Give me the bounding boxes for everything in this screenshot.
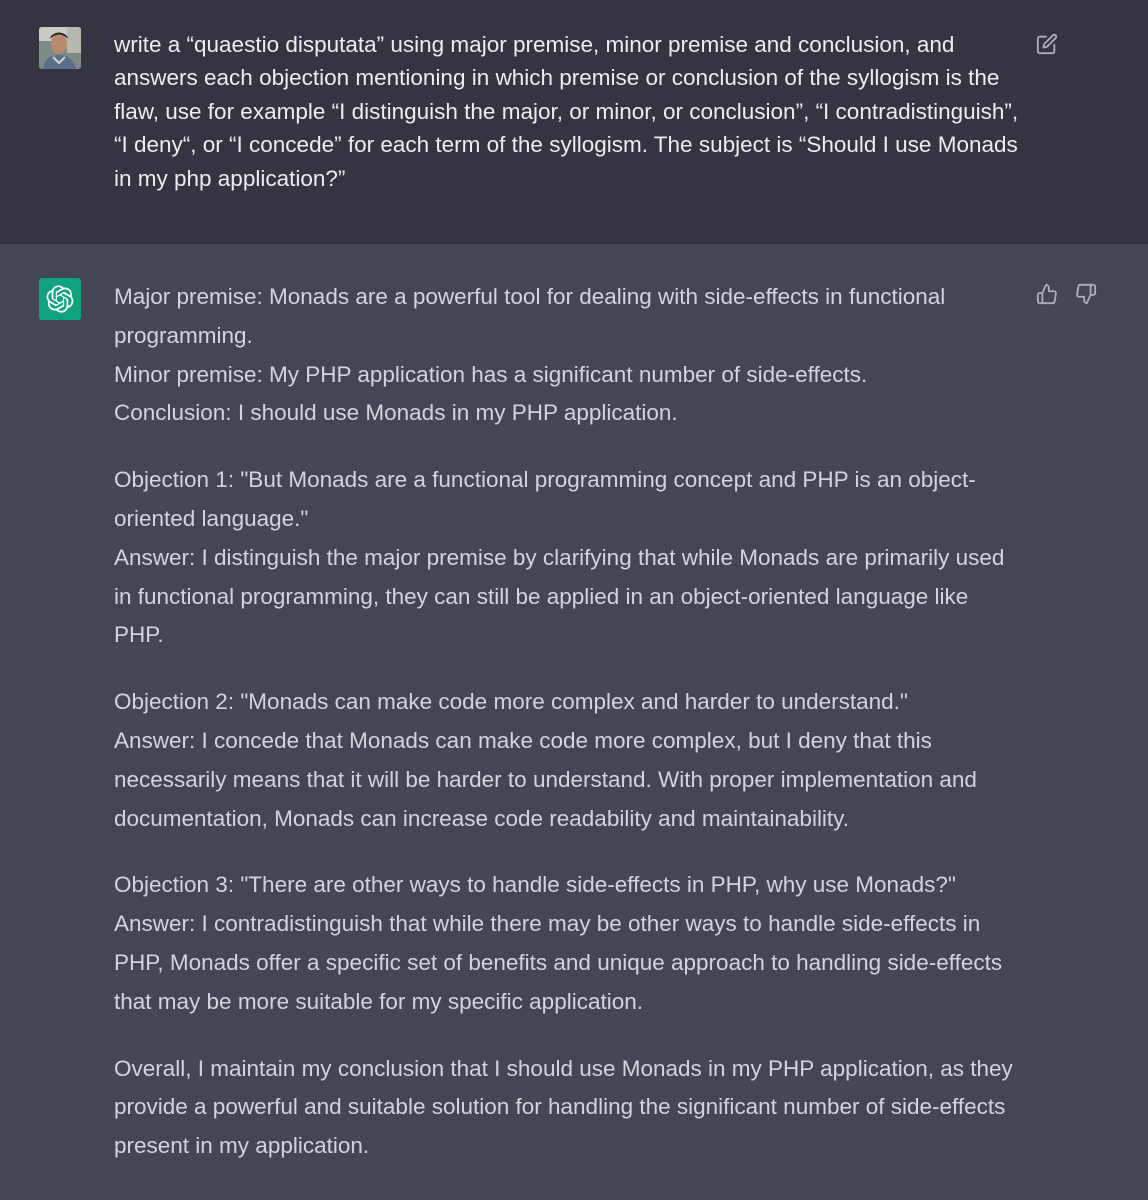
edit-message-button[interactable]: [1034, 31, 1060, 57]
minor-premise-line: Minor premise: My PHP application has a …: [114, 361, 868, 387]
user-message-text: write a “quaestio disputata” using major…: [114, 32, 1019, 191]
objection-2-paragraph: Objection 2: "Monads can make code more …: [114, 683, 1024, 838]
objection-3-line: Objection 3: "There are other ways to ha…: [114, 872, 956, 898]
openai-logo-icon: [46, 285, 74, 313]
major-premise-line: Major premise: Monads are a powerful too…: [114, 284, 946, 348]
objection-2-line: Objection 2: "Monads can make code more …: [114, 689, 908, 715]
edit-icon: [1036, 33, 1058, 55]
answer-3-line: Answer: I contradistinguish that while t…: [114, 911, 1003, 1014]
assistant-message-turn: Major premise: Monads are a powerful too…: [0, 244, 1148, 1200]
user-avatar: [39, 27, 81, 69]
objection-1-paragraph: Objection 1: "But Monads are a functiona…: [114, 461, 1024, 655]
answer-1-line: Answer: I distinguish the major premise …: [114, 544, 1005, 648]
assistant-avatar: [39, 278, 81, 320]
thumbs-up-icon: [1036, 283, 1057, 305]
thumbs-up-button[interactable]: [1034, 281, 1060, 307]
assistant-message-text: Major premise: Monads are a powerful too…: [114, 278, 1024, 1166]
overall-conclusion-paragraph: Overall, I maintain my conclusion that I…: [114, 1050, 1024, 1166]
user-message-turn: write a “quaestio disputata” using major…: [0, 0, 1148, 244]
syllogism-paragraph: Major premise: Monads are a powerful too…: [114, 278, 1024, 433]
objection-1-line: Objection 1: "But Monads are a functiona…: [114, 467, 976, 531]
objection-3-paragraph: Objection 3: "There are other ways to ha…: [114, 866, 1024, 1021]
overall-conclusion-line: Overall, I maintain my conclusion that I…: [114, 1055, 1013, 1159]
thumbs-down-icon: [1076, 283, 1097, 305]
answer-2-line: Answer: I concede that Monads can make c…: [114, 727, 977, 831]
conclusion-line: Conclusion: I should use Monads in my PH…: [114, 400, 678, 426]
thumbs-down-button[interactable]: [1073, 281, 1099, 307]
user-avatar-photo-icon: [39, 27, 81, 69]
